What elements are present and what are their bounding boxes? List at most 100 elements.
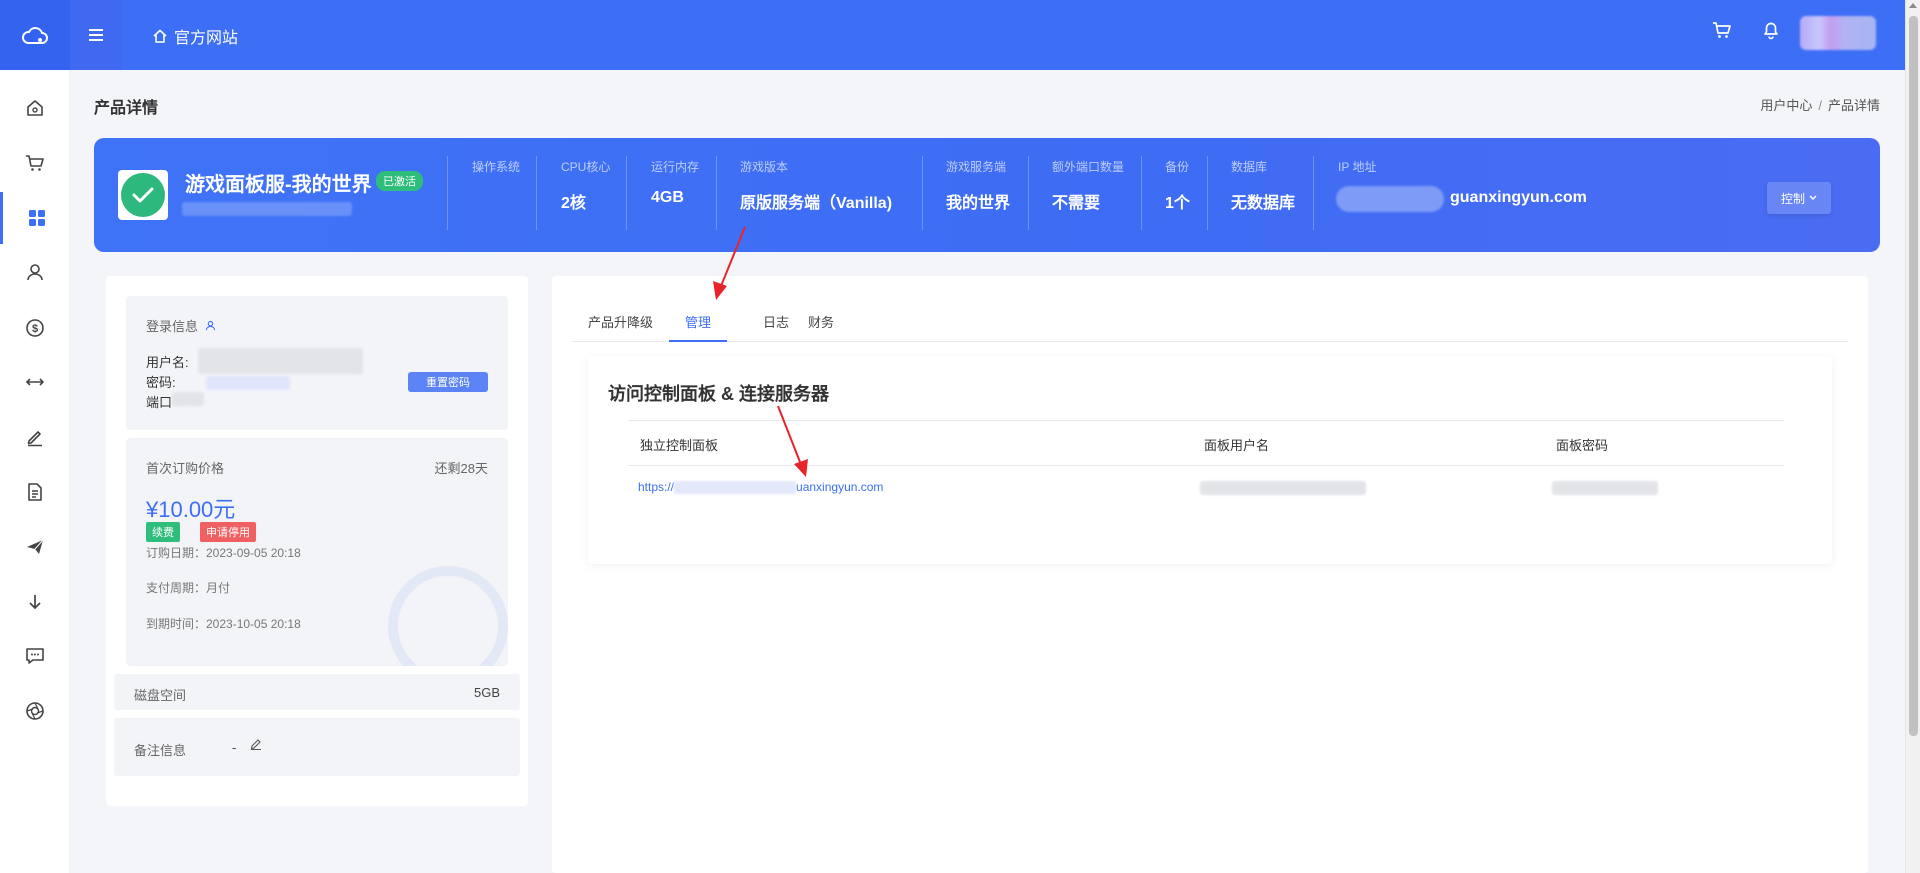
user-icon <box>205 320 215 331</box>
logo[interactable] <box>0 0 70 70</box>
spec-value: 不需要 <box>1052 195 1101 212</box>
sidebar: $ <box>0 70 70 873</box>
redacted-hostname <box>182 202 352 216</box>
spec-backup: 备份 1个 <box>1165 158 1190 213</box>
spec-database: 数据库 无数据库 <box>1231 158 1295 213</box>
sidebar-item-cart[interactable] <box>0 137 70 189</box>
expire-date: 到期时间：2023-10-05 20:18 <box>146 617 301 631</box>
table-row: https:// uanxingyun.com <box>628 466 1784 512</box>
transfer-icon <box>25 378 45 386</box>
control-panel-table-header: 独立控制面板 面板用户名 面板密码 <box>628 420 1784 466</box>
spec-label: 游戏服务端 <box>946 160 1007 174</box>
breadcrumb-separator: / <box>1818 98 1822 113</box>
reset-password-button[interactable]: 重置密码 <box>408 372 488 392</box>
edit-note-button[interactable] <box>250 738 262 753</box>
spec-label: 游戏版本 <box>740 160 789 174</box>
status-badge: 已激活 <box>376 171 423 191</box>
spec-cpu: CPU核心 2核 <box>561 158 610 213</box>
edit-icon <box>250 739 261 751</box>
redacted-ip <box>1336 186 1444 212</box>
page-scrollbar[interactable] <box>1905 0 1920 873</box>
sidebar-item-billing[interactable]: $ <box>0 302 70 354</box>
remaining-days: 还剩28天 <box>434 461 488 476</box>
grid-icon <box>28 210 45 226</box>
disk-space-value: 5GB <box>473 685 500 700</box>
divider <box>1141 156 1142 230</box>
sidebar-item-send[interactable] <box>0 521 70 573</box>
coin-bag-icon <box>388 566 508 666</box>
disk-space-label: 磁盘空间 <box>134 688 187 703</box>
redacted-url <box>674 481 797 495</box>
download-icon <box>29 595 41 610</box>
redacted-panel-username <box>1200 481 1366 495</box>
control-panel-card: 访问控制面板 & 连接服务器 独立控制面板 面板用户名 面板密码 https:/… <box>588 356 1832 564</box>
first-price-label: 首次订购价格 <box>146 461 225 476</box>
official-site-link[interactable]: 官方网站 <box>152 24 238 48</box>
breadcrumb-user-center[interactable]: 用户中心 <box>1760 98 1812 113</box>
user-avatar[interactable] <box>1800 16 1876 50</box>
cart-button[interactable] <box>1712 20 1732 43</box>
sidebar-item-tickets[interactable] <box>0 411 70 463</box>
cart-icon <box>1713 22 1731 38</box>
page-title: 产品详情 <box>94 100 159 117</box>
tab-logs[interactable]: 日志 <box>763 312 789 340</box>
login-info-title-text: 登录信息 <box>146 319 199 334</box>
login-info-card: 登录信息 用户名: 密码: 端口 重置密码 <box>126 296 508 430</box>
sidebar-item-transfer[interactable] <box>0 356 70 408</box>
panel-url-suffix: uanxingyun.com <box>796 480 884 494</box>
spec-label: 备份 <box>1165 160 1190 174</box>
renew-button[interactable]: 续费 <box>146 522 180 542</box>
port-label: 端口 <box>146 395 173 410</box>
control-dropdown-button[interactable]: 控制 <box>1767 182 1831 214</box>
spec-value: 我的世界 <box>946 195 1011 212</box>
spec-value: 4GB <box>651 189 684 206</box>
note-label: 备注信息 <box>134 743 187 758</box>
tab-finance[interactable]: 财务 <box>808 312 834 340</box>
scroll-up-icon[interactable] <box>1909 3 1917 8</box>
divider <box>1028 156 1029 230</box>
panel-url-link[interactable]: https:// uanxingyun.com <box>638 480 884 495</box>
spec-value: 1个 <box>1165 195 1190 212</box>
sidebar-item-account[interactable] <box>0 246 70 298</box>
spec-os: 操作系统 <box>472 158 520 189</box>
chevron-down-icon <box>1809 195 1817 200</box>
note-row: 备注信息 - <box>114 718 520 776</box>
spec-label: 额外端口数量 <box>1052 160 1125 174</box>
order-date: 订购日期：2023-09-05 20:18 <box>146 546 301 560</box>
tab-upgrade[interactable]: 产品升降级 <box>588 312 653 340</box>
sidebar-item-download[interactable] <box>0 576 70 628</box>
product-tabs-panel: 产品升降级 管理 日志 财务 访问控制面板 & 连接服务器 独立控制面板 面板用… <box>552 276 1868 873</box>
cart-icon <box>26 155 44 171</box>
sidebar-item-home[interactable] <box>0 82 70 134</box>
hamburger-icon <box>89 29 103 41</box>
spec-value: 2核 <box>561 195 586 212</box>
check-icon <box>132 187 154 203</box>
redacted-port <box>172 392 204 406</box>
control-panel-title: 访问控制面板 & 连接服务器 <box>608 384 829 404</box>
notification-button[interactable] <box>1761 20 1781 43</box>
edit-icon <box>27 431 42 447</box>
product-status-icon <box>118 170 168 220</box>
request-stop-button[interactable]: 申请停用 <box>200 522 256 542</box>
product-info-panel: 登录信息 用户名: 密码: 端口 重置密码 首次订购价格 还剩28天 ¥10.0… <box>106 276 528 806</box>
sidebar-item-messages[interactable] <box>0 630 70 682</box>
sidebar-item-products[interactable] <box>0 192 70 244</box>
username-label: 用户名: <box>146 355 189 370</box>
top-bar: 官方网站 <box>0 0 1905 70</box>
scrollbar-thumb[interactable] <box>1909 16 1918 736</box>
spec-value: 原版服务端（Vanilla) <box>740 195 893 212</box>
password-label: 密码: <box>146 375 176 390</box>
menu-toggle-button[interactable] <box>70 0 122 70</box>
divider <box>1313 156 1314 230</box>
divider <box>922 156 923 230</box>
product-name: 游戏面板服-我的世界 <box>185 174 372 196</box>
sidebar-item-settings[interactable] <box>0 685 70 737</box>
tab-manage[interactable]: 管理 <box>669 312 728 342</box>
panel-url-prefix: https:// <box>638 480 675 494</box>
aperture-icon <box>26 702 44 720</box>
sidebar-item-documents[interactable] <box>0 466 70 518</box>
redacted-password <box>206 376 290 390</box>
spec-label: CPU核心 <box>561 160 611 174</box>
home-icon <box>153 29 167 43</box>
divider <box>447 156 448 230</box>
